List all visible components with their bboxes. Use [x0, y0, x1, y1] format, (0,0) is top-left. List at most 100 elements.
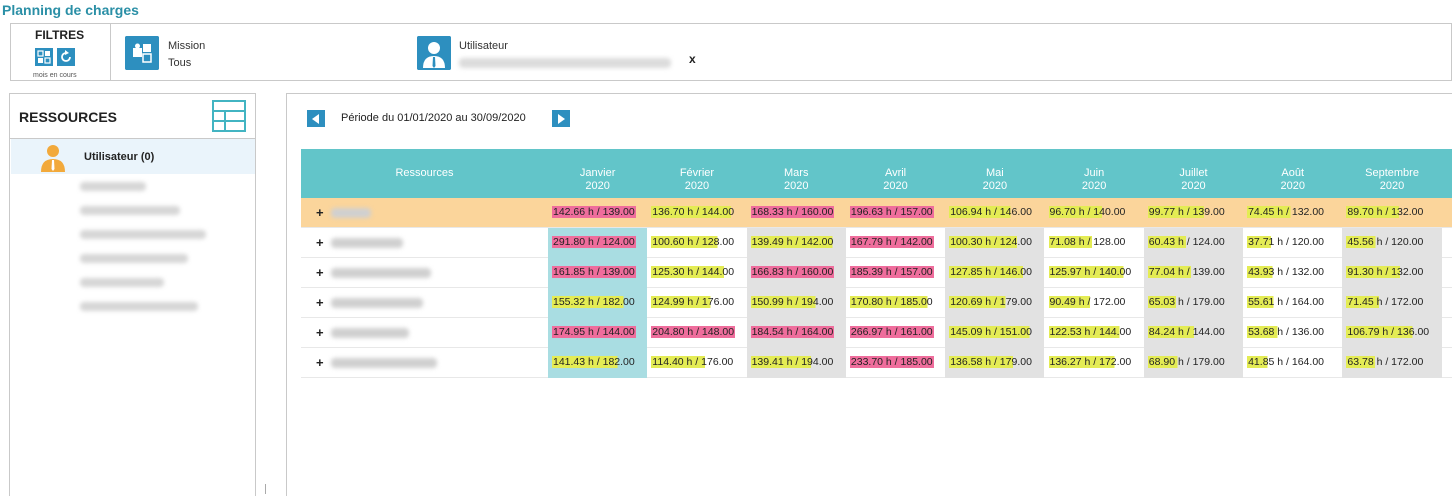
- load-cell[interactable]: 77.04 h / 139.00: [1143, 258, 1244, 288]
- load-cell[interactable]: 43.93 h / 132.00: [1243, 258, 1342, 288]
- load-cell[interactable]: 96.70 h / 140.00: [1045, 198, 1144, 228]
- load-cell[interactable]: 139.41 h / 194.00: [746, 348, 846, 378]
- load-cell[interactable]: 74.45 h / 132.00: [1243, 198, 1342, 228]
- column-header-month: Septembre 2020: [1342, 149, 1441, 198]
- load-cell[interactable]: 174.95 h / 144.00: [548, 318, 648, 348]
- load-cell[interactable]: 114.40 h / 176.00: [647, 348, 746, 378]
- resource-list-item[interactable]: [80, 230, 206, 239]
- load-cell[interactable]: 150.99 h / 194.00: [746, 288, 846, 318]
- month-year: 2020: [1081, 180, 1107, 192]
- load-value: 91.30 h / 132.00: [1346, 266, 1425, 278]
- load-cell[interactable]: 139.49 h / 142.00: [746, 228, 846, 258]
- next-period-button[interactable]: [552, 110, 570, 127]
- previous-period-button[interactable]: [307, 110, 325, 127]
- load-cell[interactable]: 68.90 h / 179.00: [1143, 348, 1244, 378]
- load-cell[interactable]: 100.60 h / 128.00: [647, 228, 746, 258]
- load-cell[interactable]: 204.80 h / 148.00: [647, 318, 746, 348]
- load-cell[interactable]: 196.63 h / 157.00: [846, 198, 945, 228]
- load-cell[interactable]: 65.03 h / 179.00: [1143, 288, 1244, 318]
- mission-filter[interactable]: Mission Tous: [125, 24, 415, 80]
- load-cell[interactable]: 90.49 h / 172.00: [1045, 288, 1144, 318]
- load-cell[interactable]: 124.99 h / 176.00: [647, 288, 746, 318]
- month-year: 2020: [1379, 180, 1405, 192]
- month-year: 2020: [1280, 180, 1305, 192]
- load-value: 185.39 h / 157.00: [849, 266, 934, 278]
- column-header-resources: Ressources: [395, 167, 454, 179]
- load-cell[interactable]: 161.85 h / 139.00: [548, 258, 648, 288]
- month-year: 2020: [982, 180, 1008, 192]
- load-cell[interactable]: 99.77 h / 139.00: [1144, 198, 1243, 228]
- clear-user-filter-button[interactable]: x: [689, 52, 696, 66]
- load-cell[interactable]: 184.54 h / 164.00: [746, 318, 846, 348]
- load-cell[interactable]: 170.80 h / 185.00: [846, 288, 945, 318]
- load-cell[interactable]: 185.39 h / 157.00: [846, 258, 945, 288]
- expand-row-button[interactable]: +: [316, 295, 324, 310]
- refresh-icon[interactable]: [57, 48, 75, 66]
- load-cell[interactable]: 166.83 h / 160.00: [746, 258, 846, 288]
- filters-bar: FILTRES mois en cours Mission Tous Utili…: [10, 23, 1452, 81]
- grid-view-icon[interactable]: [212, 100, 246, 132]
- load-cell[interactable]: 145.09 h / 151.00: [945, 318, 1045, 348]
- planning-table: Ressources Janvier 2020 Février 2020 Mars 202…: [301, 149, 1452, 378]
- load-cell[interactable]: 141.43 h / 182.00: [548, 348, 648, 378]
- expand-row-button[interactable]: +: [316, 265, 324, 280]
- resource-list-item[interactable]: [80, 302, 198, 311]
- load-cell[interactable]: 60.43 h / 124.00: [1143, 228, 1244, 258]
- load-cell[interactable]: 91.30 h / 132.00: [1342, 258, 1442, 288]
- load-cell[interactable]: 100.30 h / 124.00: [945, 228, 1045, 258]
- load-value: 84.24 h / 144.00: [1147, 326, 1226, 338]
- load-value: 100.60 h / 128.00: [651, 236, 736, 248]
- load-cell[interactable]: 142.66 h / 139.00: [548, 198, 647, 228]
- expand-row-button[interactable]: +: [316, 205, 324, 220]
- load-cell[interactable]: 45.56 h / 120.00: [1342, 228, 1442, 258]
- table-row[interactable]: +174.95 h / 144.00 204.80 h / 148.00 184.5…: [301, 318, 1452, 348]
- load-cell[interactable]: 125.30 h / 144.00: [647, 258, 746, 288]
- table-row[interactable]: +155.32 h / 182.00 124.99 h / 176.00 150.9…: [301, 288, 1452, 318]
- load-cell[interactable]: 53.68 h / 136.00: [1243, 318, 1342, 348]
- load-cell[interactable]: 71.45 h / 172.00: [1342, 288, 1442, 318]
- month-name: Juin: [1084, 167, 1105, 179]
- user-filter[interactable]: Utilisateur x: [417, 24, 717, 80]
- expand-row-button[interactable]: +: [316, 235, 324, 250]
- resource-list-item[interactable]: [80, 278, 164, 287]
- load-cell[interactable]: 63.78 h / 172.00: [1342, 348, 1442, 378]
- load-cell[interactable]: 71.08 h / 128.00: [1045, 228, 1144, 258]
- load-cell[interactable]: 125.97 h / 140.00: [1045, 258, 1144, 288]
- load-cell[interactable]: 89.70 h / 132.00: [1342, 198, 1441, 228]
- calendar-current-month-icon[interactable]: [35, 48, 53, 66]
- expand-row-button[interactable]: +: [316, 355, 324, 370]
- month-name: Mai: [985, 167, 1004, 179]
- load-cell[interactable]: 168.33 h / 160.00: [747, 198, 846, 228]
- load-cell[interactable]: 106.94 h / 146.00: [945, 198, 1044, 228]
- expand-row-button[interactable]: +: [316, 325, 324, 340]
- table-row[interactable]: +141.43 h / 182.00 114.40 h / 176.00 139.4…: [301, 348, 1452, 378]
- load-cell[interactable]: 120.69 h / 179.00: [945, 288, 1045, 318]
- load-cell[interactable]: 136.58 h / 179.00: [945, 348, 1045, 378]
- load-cell[interactable]: 122.53 h / 144.00: [1045, 318, 1144, 348]
- load-value: 150.99 h / 194.00: [750, 296, 835, 308]
- resource-group-users[interactable]: Utilisateur (0): [11, 139, 255, 174]
- table-header: Ressources Janvier 2020 Février 2020 Mars 202…: [301, 149, 1452, 198]
- load-cell[interactable]: 84.24 h / 144.00: [1143, 318, 1244, 348]
- user-icon: [417, 36, 451, 70]
- resource-name: [331, 358, 437, 368]
- load-cell[interactable]: 127.85 h / 146.00: [945, 258, 1045, 288]
- resource-list-item[interactable]: [80, 206, 180, 215]
- table-row[interactable]: +161.85 h / 139.00 125.30 h / 144.00 166.8…: [301, 258, 1452, 288]
- load-cell[interactable]: 55.61 h / 164.00: [1243, 288, 1342, 318]
- load-cell[interactable]: 106.79 h / 136.00: [1342, 318, 1442, 348]
- load-value: 96.70 h / 140.00: [1048, 206, 1127, 218]
- table-row[interactable]: +291.80 h / 124.00 100.60 h / 128.00 139.4…: [301, 228, 1452, 258]
- load-cell[interactable]: 233.70 h / 185.00: [846, 348, 945, 378]
- resource-list-item[interactable]: [80, 182, 146, 191]
- load-cell[interactable]: 136.70 h / 144.00: [647, 198, 746, 228]
- table-row[interactable]: +142.66 h / 139.00 136.70 h / 144.00 168.3…: [301, 198, 1452, 228]
- load-cell[interactable]: 291.80 h / 124.00: [548, 228, 648, 258]
- load-cell[interactable]: 266.97 h / 161.00: [846, 318, 945, 348]
- load-cell[interactable]: 155.32 h / 182.00: [548, 288, 648, 318]
- load-cell[interactable]: 37.71 h / 120.00: [1243, 228, 1342, 258]
- load-cell[interactable]: 136.27 h / 172.00: [1045, 348, 1144, 378]
- resource-list-item[interactable]: [80, 254, 188, 263]
- load-cell[interactable]: 167.79 h / 142.00: [846, 228, 945, 258]
- load-cell[interactable]: 41.85 h / 164.00: [1243, 348, 1342, 378]
